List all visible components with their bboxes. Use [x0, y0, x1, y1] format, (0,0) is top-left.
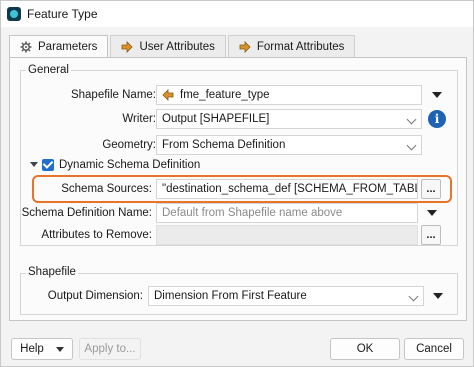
gear-icon: [20, 41, 32, 53]
arrow-right-icon: [122, 40, 134, 53]
tab-format-attributes[interactable]: Format Attributes: [227, 35, 356, 57]
tab-parameters-label: Parameters: [38, 41, 98, 53]
cancel-button[interactable]: Cancel: [404, 338, 464, 360]
chevron-down-icon: [406, 114, 417, 125]
schema-definition-name-menu-button[interactable]: [423, 204, 441, 222]
collapse-arrow-icon[interactable]: [30, 162, 38, 167]
apply-to-button-label: Apply to...: [84, 343, 136, 355]
tab-format-attributes-label: Format Attributes: [256, 40, 345, 53]
cancel-button-label: Cancel: [416, 343, 452, 355]
help-button-label: Help: [20, 343, 44, 355]
dynamic-schema-label: Dynamic Schema Definition: [59, 159, 201, 171]
output-dimension-value: Dimension From First Feature: [154, 290, 307, 302]
schema-definition-name-placeholder: Default from Shapefile name above: [162, 207, 343, 219]
title-bar: Feature Type: [1, 1, 473, 27]
output-dimension-label: Output Dimension:: [47, 290, 143, 302]
attributes-to-remove-label: Attributes to Remove:: [41, 229, 152, 241]
ok-button[interactable]: OK: [330, 338, 400, 360]
apply-to-button[interactable]: Apply to...: [79, 338, 141, 360]
triangle-down-icon: [433, 293, 443, 299]
attributes-to-remove-field[interactable]: [156, 225, 418, 245]
window-title: Feature Type: [27, 7, 98, 21]
chevron-down-icon: [408, 291, 419, 302]
shapefile-name-label: Shapefile Name:: [70, 89, 156, 101]
output-dimension-select[interactable]: Dimension From First Feature: [148, 286, 424, 306]
arrow-left-icon: [162, 89, 174, 101]
attributes-to-remove-browse-button[interactable]: ...: [421, 225, 441, 245]
tab-bar: Parameters User Attributes Format Attrib…: [9, 35, 357, 58]
output-dimension-menu-button[interactable]: [429, 287, 447, 305]
geometry-select[interactable]: From Schema Definition: [156, 135, 422, 155]
writer-value: Output [SHAPEFILE]: [162, 113, 270, 125]
geometry-value: From Schema Definition: [162, 139, 286, 151]
shapefile-group-title: Shapefile: [26, 266, 78, 278]
schema-sources-value: "destination_schema_def [SCHEMA_FROM_TAB…: [162, 183, 418, 195]
help-button[interactable]: Help: [11, 338, 73, 360]
writer-label: Writer:: [122, 113, 156, 125]
shapefile-name-value: fme_feature_type: [180, 89, 270, 101]
schema-definition-name-field[interactable]: Default from Shapefile name above: [156, 203, 418, 223]
ok-button-label: OK: [356, 343, 374, 355]
chevron-down-icon: [406, 140, 417, 151]
dynamic-schema-checkbox[interactable]: [42, 159, 54, 171]
tab-user-attributes[interactable]: User Attributes: [110, 35, 226, 57]
schema-sources-browse-button[interactable]: ...: [421, 179, 441, 199]
shapefile-name-field[interactable]: fme_feature_type: [156, 85, 422, 105]
shapefile-name-menu-button[interactable]: [428, 86, 446, 104]
general-group-title: General: [26, 64, 71, 76]
info-icon[interactable]: i: [428, 110, 446, 128]
parameters-panel: General Shapefile Name: fme_feature_type…: [9, 57, 467, 321]
triangle-down-icon: [432, 92, 442, 98]
tab-user-attributes-label: User Attributes: [139, 40, 215, 53]
schema-sources-label: Schema Sources:: [61, 183, 152, 195]
triangle-down-icon: [55, 346, 64, 352]
schema-sources-field[interactable]: "destination_schema_def [SCHEMA_FROM_TAB…: [156, 179, 418, 199]
schema-definition-name-label: Schema Definition Name:: [21, 207, 152, 219]
geometry-label: Geometry:: [102, 139, 156, 151]
feature-type-dialog: Feature Type Parameters User Attributes: [0, 0, 474, 367]
app-icon: [7, 7, 21, 21]
arrow-right-icon: [239, 40, 251, 53]
tab-parameters[interactable]: Parameters: [9, 35, 109, 58]
triangle-down-icon: [427, 210, 437, 216]
writer-select[interactable]: Output [SHAPEFILE]: [156, 109, 422, 129]
